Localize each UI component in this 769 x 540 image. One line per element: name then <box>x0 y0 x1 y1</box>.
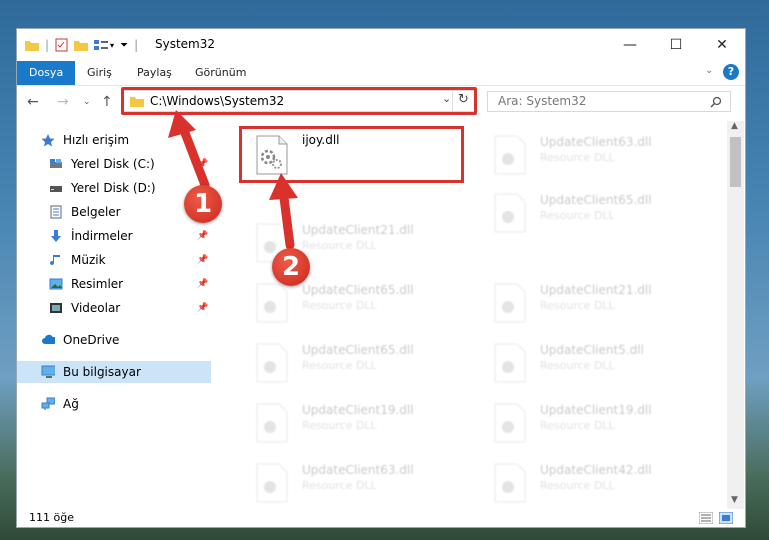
step-badge-2: 2 <box>272 248 310 286</box>
arrow-1 <box>168 110 210 190</box>
annotation-overlay <box>168 110 298 250</box>
step-badge-1: 1 <box>184 185 222 223</box>
arrow-2 <box>269 173 298 250</box>
